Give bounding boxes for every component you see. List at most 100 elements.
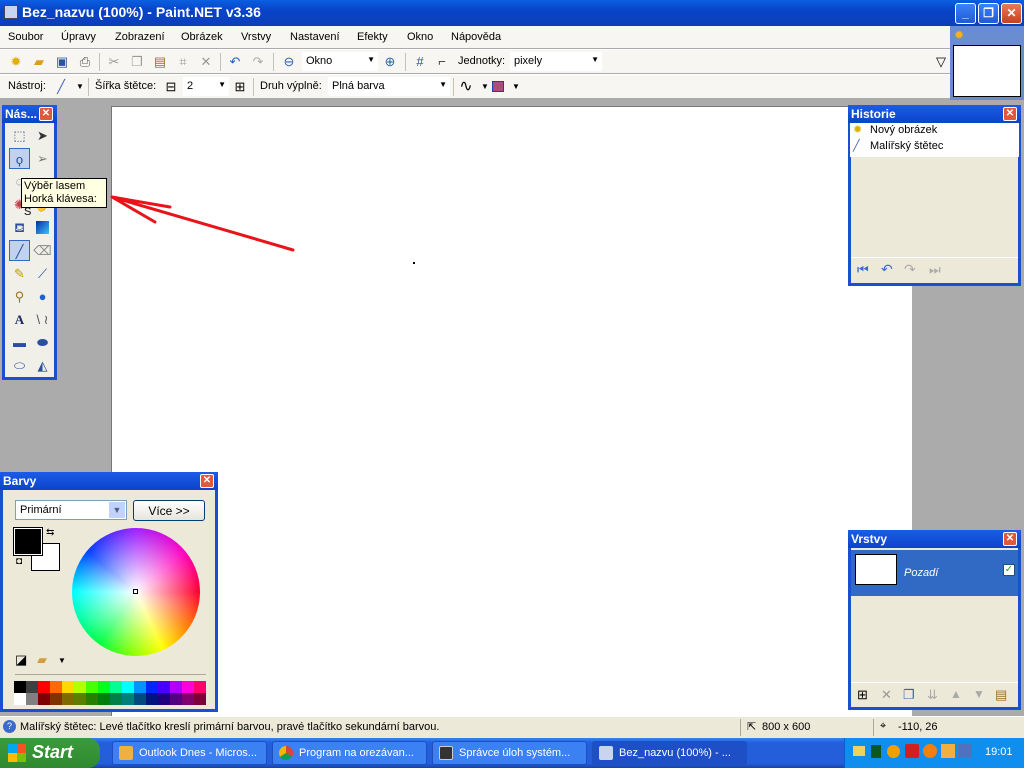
palette-swatch[interactable] [110,681,122,693]
rectangle-tool[interactable]: ▬ [9,332,30,353]
add-layer-icon[interactable]: ⊞ [857,687,868,703]
palette-swatch[interactable] [50,693,62,705]
rectangle-select-tool[interactable]: ⬚ [9,125,30,146]
palette-swatch[interactable] [38,693,50,705]
pencil-tool[interactable]: ✎ [9,263,30,284]
palette-swatch[interactable] [110,693,122,705]
primary-color-swatch[interactable] [13,527,43,556]
tooltip: Výběr lasem Horká klávesa: S [21,178,107,218]
palette-swatch[interactable] [194,693,206,705]
layer-item[interactable]: Pozadí ✓ [851,550,1018,596]
palette-swatch[interactable] [182,681,194,693]
lasso-select-tool[interactable]: ϙ [9,148,30,169]
move-selection-outline-tool[interactable]: ➢ [32,148,53,169]
palette-swatch[interactable] [170,693,182,705]
palette-swatch[interactable] [122,681,134,693]
taskbar-item-paintnet[interactable]: Bez_nazvu (100%) - ... [592,741,747,765]
taskbar-item-outlook[interactable]: Outlook Dnes - Micros... [112,741,267,765]
close-icon[interactable]: ✕ [1003,107,1017,121]
network-icon[interactable] [871,745,881,758]
undo-icon[interactable]: ↶ [881,261,893,278]
chevron-down-icon[interactable]: ▼ [58,656,66,665]
close-icon[interactable]: ✕ [200,474,214,488]
palette-swatch[interactable] [158,681,170,693]
clone-stamp-tool[interactable]: ⚲ [9,286,30,307]
palette-swatch[interactable] [38,681,50,693]
line-curve-tool[interactable]: \ ≀ [32,309,53,330]
palette-swatch[interactable] [50,681,62,693]
taskbar-item-chrome[interactable]: Program na orezávan... [272,741,427,765]
ellipse-tool[interactable]: ⬭ [9,355,30,376]
redo-icon[interactable]: ↷ [904,261,916,278]
history-item[interactable]: ╱ Malířský štětec [850,139,1019,155]
color-wheel-cursor[interactable] [133,589,138,594]
layer-properties-icon[interactable]: ▤ [995,687,1007,703]
move-selection-tool[interactable]: ➤ [32,125,53,146]
move-layer-up-icon[interactable]: ▲ [950,687,962,701]
merge-layer-down-icon[interactable]: ⇊ [927,687,938,703]
palette-swatch[interactable] [26,693,38,705]
palette-swatch[interactable] [122,693,134,705]
eraser-tool[interactable]: ⌫ [32,240,53,261]
palette-swatch[interactable] [74,693,86,705]
move-layer-down-icon[interactable]: ▼ [973,687,985,701]
mail-icon[interactable] [853,746,865,756]
recolor-tool[interactable]: ● [32,286,53,307]
taskbar-item-task-manager[interactable]: Správce úloh systém... [432,741,587,765]
palette-swatch[interactable] [14,681,26,693]
palette-swatch[interactable] [194,681,206,693]
palette-swatch[interactable] [146,681,158,693]
text-tool[interactable]: A [9,309,30,330]
layer-visibility-checkbox[interactable]: ✓ [1003,564,1015,576]
color-palette [14,681,206,705]
swap-colors-icon[interactable]: ⇆ [46,527,54,538]
gradient-tool[interactable] [32,217,53,238]
history-title: Historie [851,107,896,121]
palette-swatch[interactable] [62,693,74,705]
reset-colors-icon[interactable]: ◘ [16,556,22,567]
update-icon[interactable] [923,744,937,758]
color-mode-select[interactable]: Primární ▼ [15,500,127,520]
start-button[interactable]: Start [0,738,100,768]
palette-swatch[interactable] [98,681,110,693]
display-icon[interactable] [958,744,972,758]
palette-swatch[interactable] [158,693,170,705]
close-icon[interactable]: ✕ [39,107,53,121]
outlook-tray-icon[interactable] [941,744,955,758]
palette-swatch[interactable] [182,693,194,705]
palette-swatch[interactable] [26,681,38,693]
colors-title: Barvy [3,474,37,488]
paintnet-icon [599,746,613,760]
add-to-palette-icon[interactable]: ◪ [15,652,27,668]
close-icon[interactable]: ✕ [1003,532,1017,546]
palette-swatch[interactable] [14,693,26,705]
palette-swatch[interactable] [74,681,86,693]
antivirus-icon[interactable] [905,744,919,758]
duplicate-layer-icon[interactable]: ❐ [903,687,915,703]
palette-swatch[interactable] [170,681,182,693]
last-step-icon[interactable]: ⏭ [929,262,941,278]
palette-swatch[interactable] [98,693,110,705]
palette-swatch[interactable] [86,681,98,693]
rounded-rectangle-tool[interactable]: ⬬ [32,332,53,353]
paint-bucket-tool[interactable]: ⛾ [9,217,30,238]
more-colors-button[interactable]: Více >> [133,500,205,521]
layer-thumbnail [855,554,897,585]
history-item-label: Malířský štětec [870,140,944,152]
color-picker-tool[interactable]: ⟋ [32,263,53,284]
delete-layer-icon[interactable]: ✕ [881,687,892,703]
history-item[interactable]: ✹ Nový obrázek [850,123,1019,139]
first-step-icon[interactable]: ⏮ [857,262,869,278]
color-wheel[interactable] [72,528,200,656]
palette-menu-icon[interactable]: ▰ [37,652,47,668]
palette-swatch[interactable] [62,681,74,693]
paintbrush-tool[interactable]: ╱ [9,240,30,261]
palette-swatch[interactable] [146,693,158,705]
notification-icon[interactable] [887,745,900,758]
palette-swatch[interactable] [86,693,98,705]
freeform-shape-tool[interactable]: ◭ [32,355,53,376]
palette-swatch[interactable] [134,693,146,705]
palette-swatch[interactable] [134,681,146,693]
tooltip-hotkey: Horká klávesa: S [24,193,97,218]
start-label: Start [32,742,74,762]
